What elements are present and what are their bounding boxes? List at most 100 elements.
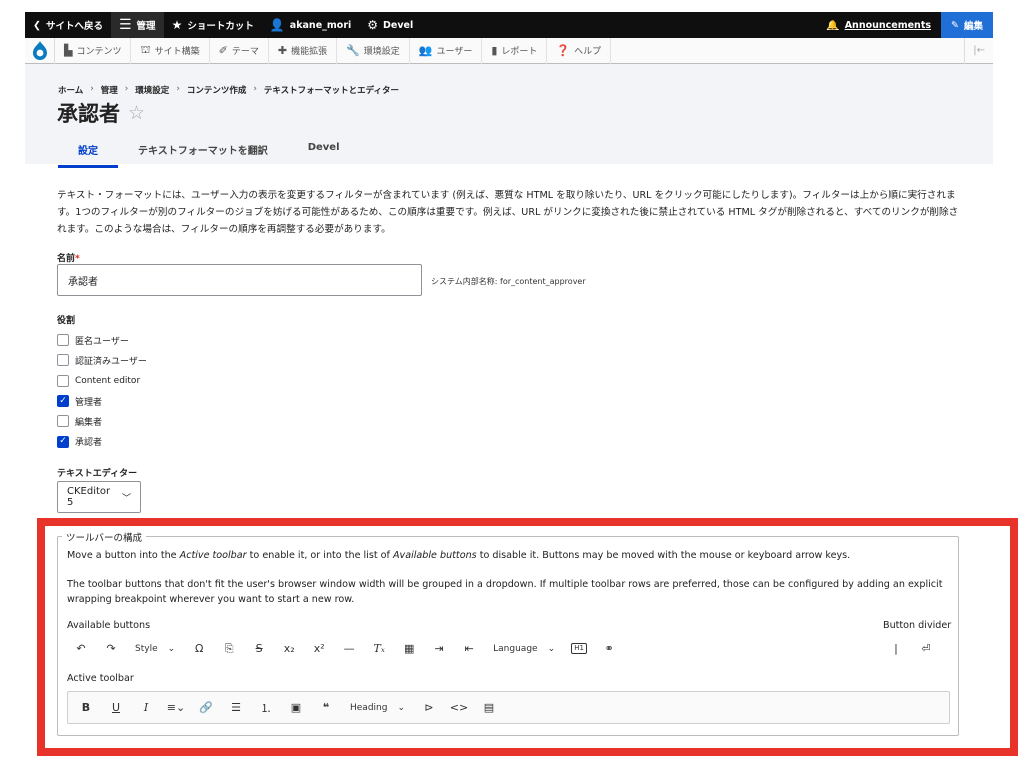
breadcrumb-formats[interactable]: テキストフォーマットとエディター: [264, 84, 399, 96]
edit-toggle-button[interactable]: ✎ 編集: [941, 12, 993, 38]
role-item[interactable]: 認証済みユーザー: [57, 350, 147, 370]
toolbar-help-1: Move a button into the Active toolbar to…: [67, 550, 851, 561]
indent-icon[interactable]: ⇥: [425, 636, 453, 661]
button-divider-list: | ⏎: [882, 636, 940, 661]
role-item[interactable]: ✓ 管理者: [57, 391, 147, 411]
tray-item-reports[interactable]: ▮ レポート: [482, 37, 548, 64]
checkbox[interactable]: [57, 354, 69, 367]
chevron-down-icon: ﹀: [121, 493, 131, 504]
manage-menu[interactable]: ☰ 管理: [110, 12, 164, 38]
button-divider-label: Button divider: [883, 620, 952, 631]
breadcrumb-admin[interactable]: 管理: [101, 84, 118, 96]
checkbox-checked[interactable]: ✓: [57, 395, 69, 408]
role-item[interactable]: Content editor: [57, 371, 147, 391]
tray-item-people[interactable]: 👥 ユーザー: [410, 37, 483, 64]
media-library-icon[interactable]: ▤: [475, 695, 503, 720]
unlink-icon[interactable]: ⚭: [595, 636, 623, 661]
wrench-icon: 🔧: [346, 44, 360, 57]
admin-tray: ▙ コンテンツ ⛫ サイト構築 ✐ テーマ ✚ 機能拡張 🔧 環境設定 👥 ユーザー ▮ レポ…: [25, 37, 993, 64]
tray-item-structure[interactable]: ⛫ サイト構築: [131, 37, 210, 64]
text-editor-select[interactable]: CKEditor 5 ﹀: [57, 481, 141, 513]
toolbar-help-2: The toolbar buttons that don't fit the u…: [67, 579, 943, 605]
image-icon[interactable]: ▣: [282, 695, 310, 720]
shortcuts-menu[interactable]: ★ ショートカット: [164, 12, 262, 38]
outdent-icon[interactable]: ⇤: [455, 636, 483, 661]
favorite-star-icon[interactable]: ☆: [128, 102, 145, 124]
star-icon: ★: [171, 18, 183, 32]
pencil-icon: ✎: [951, 19, 959, 31]
announcements-link[interactable]: 🔔 Announcements: [817, 12, 941, 38]
strikethrough-icon[interactable]: S: [245, 636, 273, 661]
tray-item-config[interactable]: 🔧 環境設定: [337, 37, 410, 64]
roles-label: 役割: [57, 316, 76, 326]
superscript-icon[interactable]: x²: [305, 636, 333, 661]
user-icon: 👤: [269, 18, 285, 32]
link-icon[interactable]: 🔗: [192, 695, 220, 720]
redo-icon[interactable]: ↷: [97, 636, 125, 661]
role-item[interactable]: ✓ 承認者: [57, 431, 147, 451]
breadcrumb-content-authoring[interactable]: コンテンツ作成: [187, 84, 247, 96]
source-editing-icon[interactable]: ⊳: [415, 695, 443, 720]
paste-text-icon[interactable]: ⎘: [215, 636, 243, 661]
bold-icon[interactable]: B: [72, 695, 100, 720]
divider-bar-icon[interactable]: |: [882, 636, 910, 661]
horizontal-line-icon[interactable]: —: [335, 636, 363, 661]
code-icon[interactable]: <>: [445, 695, 473, 720]
help-icon: ❓: [556, 44, 571, 57]
bulleted-list-icon[interactable]: ☰: [222, 695, 250, 720]
name-input[interactable]: 承認者: [57, 264, 422, 296]
chevron-down-icon: ⌄: [397, 702, 405, 713]
undo-icon[interactable]: ↶: [67, 636, 95, 661]
people-icon: 👥: [418, 44, 433, 57]
alignment-icon[interactable]: ≡⌄: [162, 695, 190, 720]
roles-list: 匿名ユーザー 認証済みユーザー Content editor ✓ 管理者 編集者 …: [57, 330, 147, 452]
page-header: ホーム › 管理 › 環境設定 › コンテンツ作成 › テキストフォーマットとエ…: [25, 64, 993, 168]
available-buttons-list: ↶ ↷ Style ⌄ Ω ⎘ S x₂ x² — Tₓ ▦ ⇥ ⇤ Langua…: [67, 636, 623, 661]
chevron-down-icon: ⌄: [547, 643, 556, 654]
available-buttons-label: Available buttons: [67, 620, 151, 631]
chevron-down-icon: ⌄: [167, 643, 176, 654]
special-characters-icon[interactable]: Ω: [185, 636, 213, 661]
italic-icon[interactable]: I: [132, 695, 160, 720]
role-item[interactable]: 匿名ユーザー: [57, 330, 147, 350]
tray-item-content[interactable]: ▙ コンテンツ: [55, 37, 132, 64]
structure-icon: ⛫: [140, 43, 151, 56]
tab-settings[interactable]: 設定: [58, 140, 118, 168]
machine-name: システム内部名称: for_content_approver: [431, 277, 586, 286]
admin-toolbar: ❮ サイトへ戻る ☰ 管理 ★ ショートカット 👤 akane_mori ⚙ D…: [25, 12, 993, 38]
table-icon[interactable]: ▦: [395, 636, 423, 661]
language-dropdown[interactable]: Language ⌄: [485, 636, 563, 661]
heading-dropdown[interactable]: Heading ⌄: [342, 695, 413, 720]
wrap-breakpoint-icon[interactable]: ⏎: [912, 636, 940, 661]
tab-translate[interactable]: テキストフォーマットを翻訳: [118, 140, 288, 168]
style-dropdown[interactable]: Style ⌄: [127, 636, 183, 661]
blockquote-icon[interactable]: ❝: [312, 695, 340, 720]
drupal-logo-icon[interactable]: [25, 37, 55, 64]
heading-id-icon[interactable]: H1: [565, 636, 593, 661]
underline-icon[interactable]: U: [102, 695, 130, 720]
role-item[interactable]: 編集者: [57, 411, 147, 431]
collapse-tray-icon[interactable]: |←: [964, 37, 993, 64]
subscript-icon[interactable]: x₂: [275, 636, 303, 661]
checkbox-checked[interactable]: ✓: [57, 435, 69, 448]
tray-item-help[interactable]: ❓ ヘルプ: [547, 37, 612, 64]
breadcrumb-home[interactable]: ホーム: [58, 84, 83, 96]
active-toolbar-label: Active toolbar: [67, 673, 134, 684]
tray-item-appearance[interactable]: ✐ テーマ: [210, 37, 269, 64]
checkbox[interactable]: [57, 334, 69, 347]
toolbar-config-legend: ツールバーの構成: [62, 530, 147, 544]
user-menu[interactable]: 👤 akane_mori: [262, 12, 359, 38]
name-label: 名前*: [57, 254, 80, 264]
bell-icon: 🔔: [826, 19, 839, 31]
breadcrumb-config[interactable]: 環境設定: [135, 84, 169, 96]
remove-format-icon[interactable]: Tₓ: [365, 636, 393, 661]
format-description: テキスト・フォーマットには、ユーザー入力の表示を変更するフィルターが含まれていま…: [57, 190, 959, 235]
tray-item-extend[interactable]: ✚ 機能拡張: [269, 37, 338, 64]
back-to-site-link[interactable]: ❮ サイトへ戻る: [25, 12, 111, 38]
tab-devel[interactable]: Devel: [288, 140, 360, 168]
devel-menu[interactable]: ⚙ Devel: [359, 12, 421, 38]
puzzle-icon: ✚: [277, 44, 288, 57]
checkbox[interactable]: [57, 374, 69, 387]
checkbox[interactable]: [57, 415, 69, 428]
numbered-list-icon[interactable]: ⒈: [252, 695, 280, 720]
